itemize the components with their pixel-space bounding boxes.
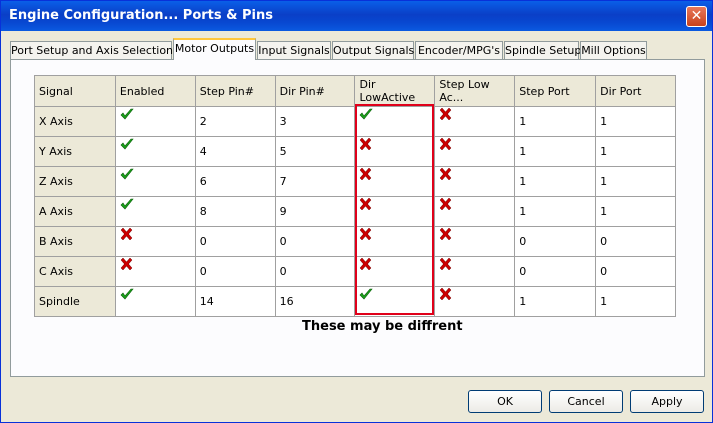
annotation-text: These may be diffrent bbox=[302, 319, 463, 334]
ok-button[interactable]: OK bbox=[468, 390, 542, 413]
cell-step-pin[interactable]: 6 bbox=[194, 166, 276, 197]
checkmark-icon bbox=[120, 198, 134, 213]
cell-step-lowactive[interactable] bbox=[434, 286, 516, 317]
cell-step-lowactive[interactable] bbox=[434, 166, 516, 197]
dir-lowactive-highlight bbox=[355, 104, 434, 315]
cell-enabled[interactable] bbox=[114, 106, 196, 137]
tab-motor-outputs[interactable]: Motor Outputs bbox=[173, 38, 256, 60]
close-button[interactable]: ✕ bbox=[686, 6, 707, 27]
header-step-pin[interactable]: Step Pin# bbox=[194, 75, 276, 107]
tab-encoder-mpg[interactable]: Encoder/MPG's bbox=[415, 41, 503, 60]
cell-step-pin[interactable]: 8 bbox=[194, 196, 276, 227]
cell-enabled[interactable] bbox=[114, 136, 196, 167]
row-signal-label[interactable]: C Axis bbox=[34, 256, 116, 287]
cell-dir-port[interactable]: 1 bbox=[595, 196, 676, 227]
tab-port-setup[interactable]: Port Setup and Axis Selection bbox=[10, 41, 173, 60]
cell-dir-pin[interactable]: 5 bbox=[274, 136, 356, 167]
cell-dir-pin[interactable]: 16 bbox=[274, 286, 356, 317]
checkmark-icon bbox=[120, 108, 134, 123]
checkmark-icon bbox=[120, 168, 134, 183]
cell-step-port[interactable]: 1 bbox=[514, 286, 597, 317]
cell-enabled[interactable] bbox=[114, 196, 196, 227]
cell-enabled[interactable] bbox=[114, 166, 196, 197]
checkmark-icon bbox=[120, 138, 134, 153]
cell-step-pin[interactable]: 4 bbox=[194, 136, 276, 167]
cell-step-port[interactable]: 0 bbox=[514, 256, 597, 287]
tab-input-signals[interactable]: Input Signals bbox=[257, 41, 331, 60]
cell-step-lowactive[interactable] bbox=[434, 136, 516, 167]
row-signal-label[interactable]: B Axis bbox=[34, 226, 116, 257]
cell-step-lowactive[interactable] bbox=[434, 226, 516, 257]
cell-dir-port[interactable]: 0 bbox=[595, 226, 676, 257]
header-dir-lowactive[interactable]: Dir LowActive bbox=[354, 75, 436, 107]
cross-icon bbox=[439, 257, 452, 273]
engine-config-window: Engine Configuration... Ports & Pins ✕ P… bbox=[0, 0, 713, 423]
apply-button[interactable]: Apply bbox=[630, 390, 704, 413]
cell-dir-port[interactable]: 1 bbox=[595, 106, 676, 137]
header-step-lowactive[interactable]: Step Low Ac... bbox=[434, 75, 516, 107]
cell-dir-port[interactable]: 1 bbox=[595, 136, 676, 167]
row-signal-label[interactable]: A Axis bbox=[34, 196, 116, 227]
tab-spindle-setup[interactable]: Spindle Setup bbox=[504, 41, 581, 60]
cancel-button[interactable]: Cancel bbox=[549, 390, 623, 413]
cell-dir-port[interactable]: 0 bbox=[595, 256, 676, 287]
cell-dir-port[interactable]: 1 bbox=[595, 166, 676, 197]
cell-enabled[interactable] bbox=[114, 226, 196, 257]
cross-icon bbox=[439, 227, 452, 243]
checkmark-icon bbox=[120, 288, 134, 303]
close-icon: ✕ bbox=[690, 8, 703, 24]
cross-icon bbox=[439, 287, 452, 303]
cell-step-port[interactable]: 0 bbox=[514, 226, 597, 257]
cell-step-pin[interactable]: 14 bbox=[194, 286, 276, 317]
cell-dir-pin[interactable]: 3 bbox=[274, 106, 356, 137]
cell-dir-port[interactable]: 1 bbox=[595, 286, 676, 317]
cross-icon bbox=[120, 257, 133, 273]
cross-icon bbox=[439, 197, 452, 213]
cross-icon bbox=[439, 167, 452, 183]
cell-step-lowactive[interactable] bbox=[434, 106, 516, 137]
cell-step-lowactive[interactable] bbox=[434, 256, 516, 287]
cell-dir-pin[interactable]: 7 bbox=[274, 166, 356, 197]
header-dir-port[interactable]: Dir Port bbox=[595, 75, 676, 107]
tab-output-signals[interactable]: Output Signals bbox=[332, 41, 414, 60]
cross-icon bbox=[120, 227, 133, 243]
header-signal[interactable]: Signal bbox=[34, 75, 116, 107]
cell-dir-pin[interactable]: 0 bbox=[274, 256, 356, 287]
grid-header-row: Signal Enabled Step Pin# Dir Pin# Dir Lo… bbox=[34, 75, 676, 107]
row-signal-label[interactable]: Y Axis bbox=[34, 136, 116, 167]
cell-enabled[interactable] bbox=[114, 256, 196, 287]
cell-step-port[interactable]: 1 bbox=[514, 106, 597, 137]
cell-step-port[interactable]: 1 bbox=[514, 166, 597, 197]
cell-step-pin[interactable]: 0 bbox=[194, 226, 276, 257]
cell-step-pin[interactable]: 2 bbox=[194, 106, 276, 137]
cell-step-lowactive[interactable] bbox=[434, 196, 516, 227]
cell-step-port[interactable]: 1 bbox=[514, 136, 597, 167]
tab-mill-options[interactable]: Mill Options bbox=[580, 41, 647, 60]
title-bar: Engine Configuration... Ports & Pins bbox=[1, 1, 712, 31]
cross-icon bbox=[439, 137, 452, 153]
row-signal-label[interactable]: X Axis bbox=[34, 106, 116, 137]
header-step-port[interactable]: Step Port bbox=[514, 75, 597, 107]
header-enabled[interactable]: Enabled bbox=[114, 75, 196, 107]
cell-dir-pin[interactable]: 0 bbox=[274, 226, 356, 257]
cell-step-pin[interactable]: 0 bbox=[194, 256, 276, 287]
header-dir-pin[interactable]: Dir Pin# bbox=[274, 75, 356, 107]
row-signal-label[interactable]: Spindle bbox=[34, 286, 116, 317]
cell-dir-pin[interactable]: 9 bbox=[274, 196, 356, 227]
row-signal-label[interactable]: Z Axis bbox=[34, 166, 116, 197]
cell-step-port[interactable]: 1 bbox=[514, 196, 597, 227]
cross-icon bbox=[439, 107, 452, 123]
window-title: Engine Configuration... Ports & Pins bbox=[9, 8, 273, 23]
cell-enabled[interactable] bbox=[114, 286, 196, 317]
